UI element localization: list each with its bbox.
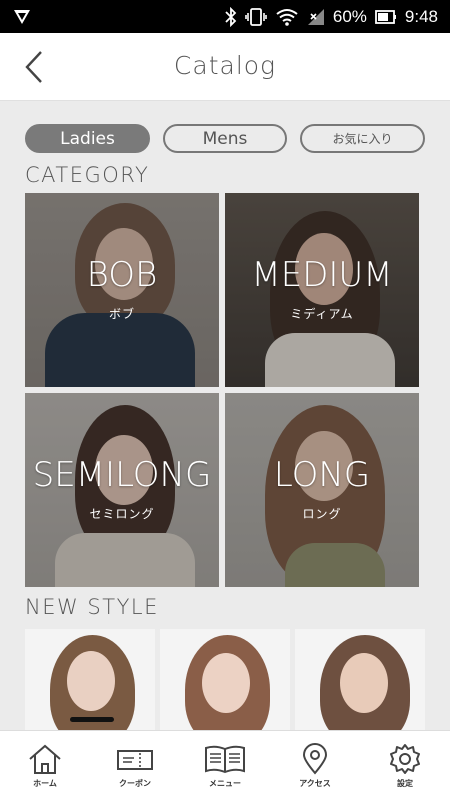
menu-book-icon [205, 745, 245, 774]
battery-icon [375, 7, 397, 27]
nav-label: クーポン [119, 779, 151, 788]
nav-access[interactable]: アクセス [270, 731, 360, 800]
gear-icon [390, 744, 420, 774]
status-bar: 60% 9:48 [0, 0, 450, 33]
category-name-en: SEMILONG [32, 455, 212, 495]
nav-home[interactable]: ホーム [0, 731, 90, 800]
clock: 9:48 [404, 6, 438, 26]
category-card-bob[interactable]: BOB ボブ [25, 193, 219, 387]
nav-menu[interactable]: メニュー [180, 731, 270, 800]
catalog-content: Ladies Mens お気に入り CATEGORY BOB ボブ MEDIUM… [0, 101, 450, 730]
tab-mens[interactable]: Mens [163, 124, 287, 153]
battery-percent: 60% [332, 6, 367, 26]
category-card-medium[interactable]: MEDIUM ミディアム [225, 193, 419, 387]
category-heading: CATEGORY [25, 163, 150, 187]
bluetooth-icon [225, 6, 237, 27]
category-name-ja: ミディアム [290, 307, 354, 321]
category-name-en: LONG [273, 455, 371, 495]
category-name-ja: セミロング [89, 507, 155, 521]
map-pin-icon [302, 743, 328, 775]
home-icon [29, 744, 61, 774]
category-card-semilong[interactable]: SEMILONG セミロング [25, 393, 219, 587]
nav-label: アクセス [299, 779, 331, 788]
nav-label: 設定 [397, 779, 413, 788]
vibrate-icon [245, 7, 267, 27]
nav-label: メニュー [209, 779, 241, 788]
category-name-en: MEDIUM [251, 255, 393, 295]
coupon-icon [117, 750, 153, 770]
nav-settings[interactable]: 設定 [360, 731, 450, 800]
new-style-item[interactable] [25, 629, 155, 730]
gender-tabs: Ladies Mens お気に入り [25, 124, 425, 154]
category-name-en: BOB [86, 255, 158, 295]
page-title: Catalog [173, 51, 277, 80]
app-notification-icon [12, 7, 32, 27]
nav-coupon[interactable]: クーポン [90, 731, 180, 800]
tab-favorites[interactable]: お気に入り [300, 124, 425, 153]
category-name-ja: ロング [302, 507, 342, 521]
category-card-long[interactable]: LONG ロング [225, 393, 419, 587]
wifi-icon [275, 7, 299, 27]
new-style-item[interactable] [295, 629, 425, 730]
nav-label: ホーム [33, 779, 57, 788]
category-name-ja: ボブ [108, 307, 135, 321]
bottom-nav: ホーム クーポン メニュー アクセス 設定 [0, 730, 450, 800]
signal-icon [307, 7, 325, 27]
new-style-heading: NEW STYLE [25, 595, 159, 619]
app-bar: Catalog [0, 33, 450, 101]
tab-ladies[interactable]: Ladies [25, 124, 150, 153]
new-style-item[interactable] [160, 629, 290, 730]
